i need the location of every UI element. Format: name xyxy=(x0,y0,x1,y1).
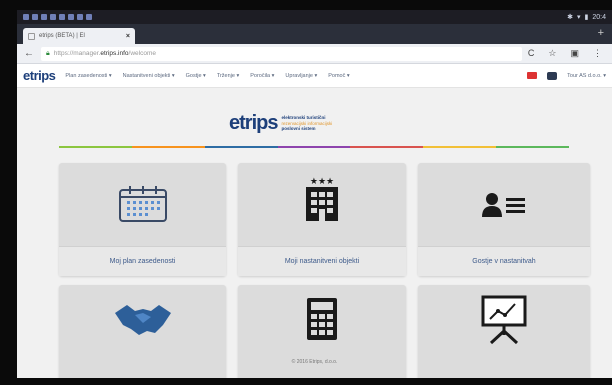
browser-tab-strip: etrips (BETA) | El × + xyxy=(17,24,612,44)
brand-header: etrips elektronski turistični rezervacij… xyxy=(229,112,332,135)
divider-segment xyxy=(59,146,132,148)
address-bar[interactable]: 🔒︎ https://manager.etrips.info/welcome xyxy=(41,46,522,61)
notification-icon xyxy=(68,14,74,20)
menu-porocila[interactable]: Poročila xyxy=(250,73,274,79)
color-divider xyxy=(59,146,570,148)
tile-gostje-v-nastanitvah[interactable]: Gostje v nastanitvah xyxy=(418,163,590,276)
notification-icon xyxy=(23,14,29,20)
notification-icon xyxy=(59,14,65,20)
browser-tab[interactable]: etrips (BETA) | El × xyxy=(23,28,135,44)
divider-segment xyxy=(131,146,205,148)
user-menu[interactable]: Tour AS d.o.o. xyxy=(567,73,606,79)
presentation-chart-icon xyxy=(481,295,527,345)
wifi-icon: ▾ xyxy=(577,14,581,21)
menu-gostje[interactable]: Gostje xyxy=(186,73,206,79)
notification-icons xyxy=(23,14,92,20)
hotel-icon: ★★★ xyxy=(306,177,338,221)
tablet-screen: ✱ ▾ ▮ 20:4 etrips (BETA) | El × + ← 🔒︎ h… xyxy=(17,10,612,378)
tile-label: Moj plan zasedenosti xyxy=(59,246,226,276)
menu-pomoc[interactable]: Pomoč xyxy=(328,73,349,79)
menu-upravljanje[interactable]: Upravljanje xyxy=(285,73,317,79)
logo-part: et xyxy=(23,68,34,83)
language-flag-icon[interactable] xyxy=(527,72,538,79)
tab-title: etrips (BETA) | El xyxy=(39,33,85,39)
divider-segment xyxy=(277,146,351,148)
close-tab-icon[interactable]: × xyxy=(126,33,130,40)
welcome-page: etrips elektronski turistični rezervacij… xyxy=(17,88,612,378)
notification-icon xyxy=(86,14,92,20)
handshake-icon xyxy=(114,305,171,335)
calendar-icon xyxy=(118,186,167,222)
guest-card-icon xyxy=(482,193,525,217)
brand-tagline: elektronski turistični rezervacijski inf… xyxy=(281,115,332,132)
divider-segment xyxy=(204,146,278,148)
tile-moj-plan-zasedenosti[interactable]: Moj plan zasedenosti xyxy=(59,163,226,276)
status-time: 20:4 xyxy=(592,13,606,21)
divider-segment xyxy=(350,146,424,148)
url-host: etrips.info xyxy=(100,50,129,57)
app-navbar: etrips Plan zasedenosti Nastanitveni obj… xyxy=(17,64,612,88)
url-text: https://manager.etrips.info/welcome xyxy=(54,50,156,57)
bookmark-star-icon[interactable]: ☆ xyxy=(548,48,556,59)
tile-label: Moji nastanitveni objekti xyxy=(238,246,406,276)
url-scheme: https://manager. xyxy=(53,50,101,57)
user-icon[interactable] xyxy=(547,71,558,80)
url-path: /welcome xyxy=(128,50,157,57)
menu-plan-zasedenosti[interactable]: Plan zasedenosti xyxy=(65,73,111,79)
favicon-icon xyxy=(28,32,35,40)
bluetooth-icon: ✱ xyxy=(567,14,573,21)
menu-trzenje[interactable]: Trženje xyxy=(217,73,239,79)
tagline-line: poslovni sistem xyxy=(281,126,316,132)
menu-nastanitveni-objekti[interactable]: Nastanitveni objekti xyxy=(123,73,175,79)
notification-icon xyxy=(41,14,47,20)
tile-label: Gostje v nastanitvah xyxy=(418,246,590,276)
notification-icon xyxy=(77,14,83,20)
brand-logo: etrips xyxy=(229,112,278,134)
browser-menu-icon[interactable]: ⋮ xyxy=(593,48,602,59)
main-menu: Plan zasedenosti Nastanitveni objekti Go… xyxy=(65,73,349,79)
tab-switcher-icon[interactable]: ▣ xyxy=(570,48,579,59)
lock-icon: 🔒︎ xyxy=(46,49,50,57)
navbar-logo[interactable]: etrips xyxy=(23,68,56,83)
tagline-line: elektronski turistični xyxy=(281,115,326,121)
battery-icon: ▮ xyxy=(584,14,589,21)
divider-segment xyxy=(496,146,570,148)
android-status-bar: ✱ ▾ ▮ 20:4 xyxy=(17,10,612,24)
notification-icon xyxy=(50,14,56,20)
reload-icon[interactable]: C xyxy=(528,48,535,59)
page-footer: © 2016 Etrips, d.o.o. xyxy=(291,359,338,365)
svg-text:★★★: ★★★ xyxy=(310,177,334,187)
new-tab-icon[interactable]: + xyxy=(598,27,604,39)
divider-segment xyxy=(423,146,497,148)
calculator-icon xyxy=(307,298,337,340)
tile-moji-nastanitveni-objekti[interactable]: ★★★ Moji nastanitveni objekti xyxy=(238,163,406,276)
notification-icon xyxy=(32,14,38,20)
back-icon[interactable]: ← xyxy=(23,48,35,59)
logo-part: ips xyxy=(38,68,56,83)
browser-toolbar: ← 🔒︎ https://manager.etrips.info/welcome… xyxy=(17,44,612,64)
